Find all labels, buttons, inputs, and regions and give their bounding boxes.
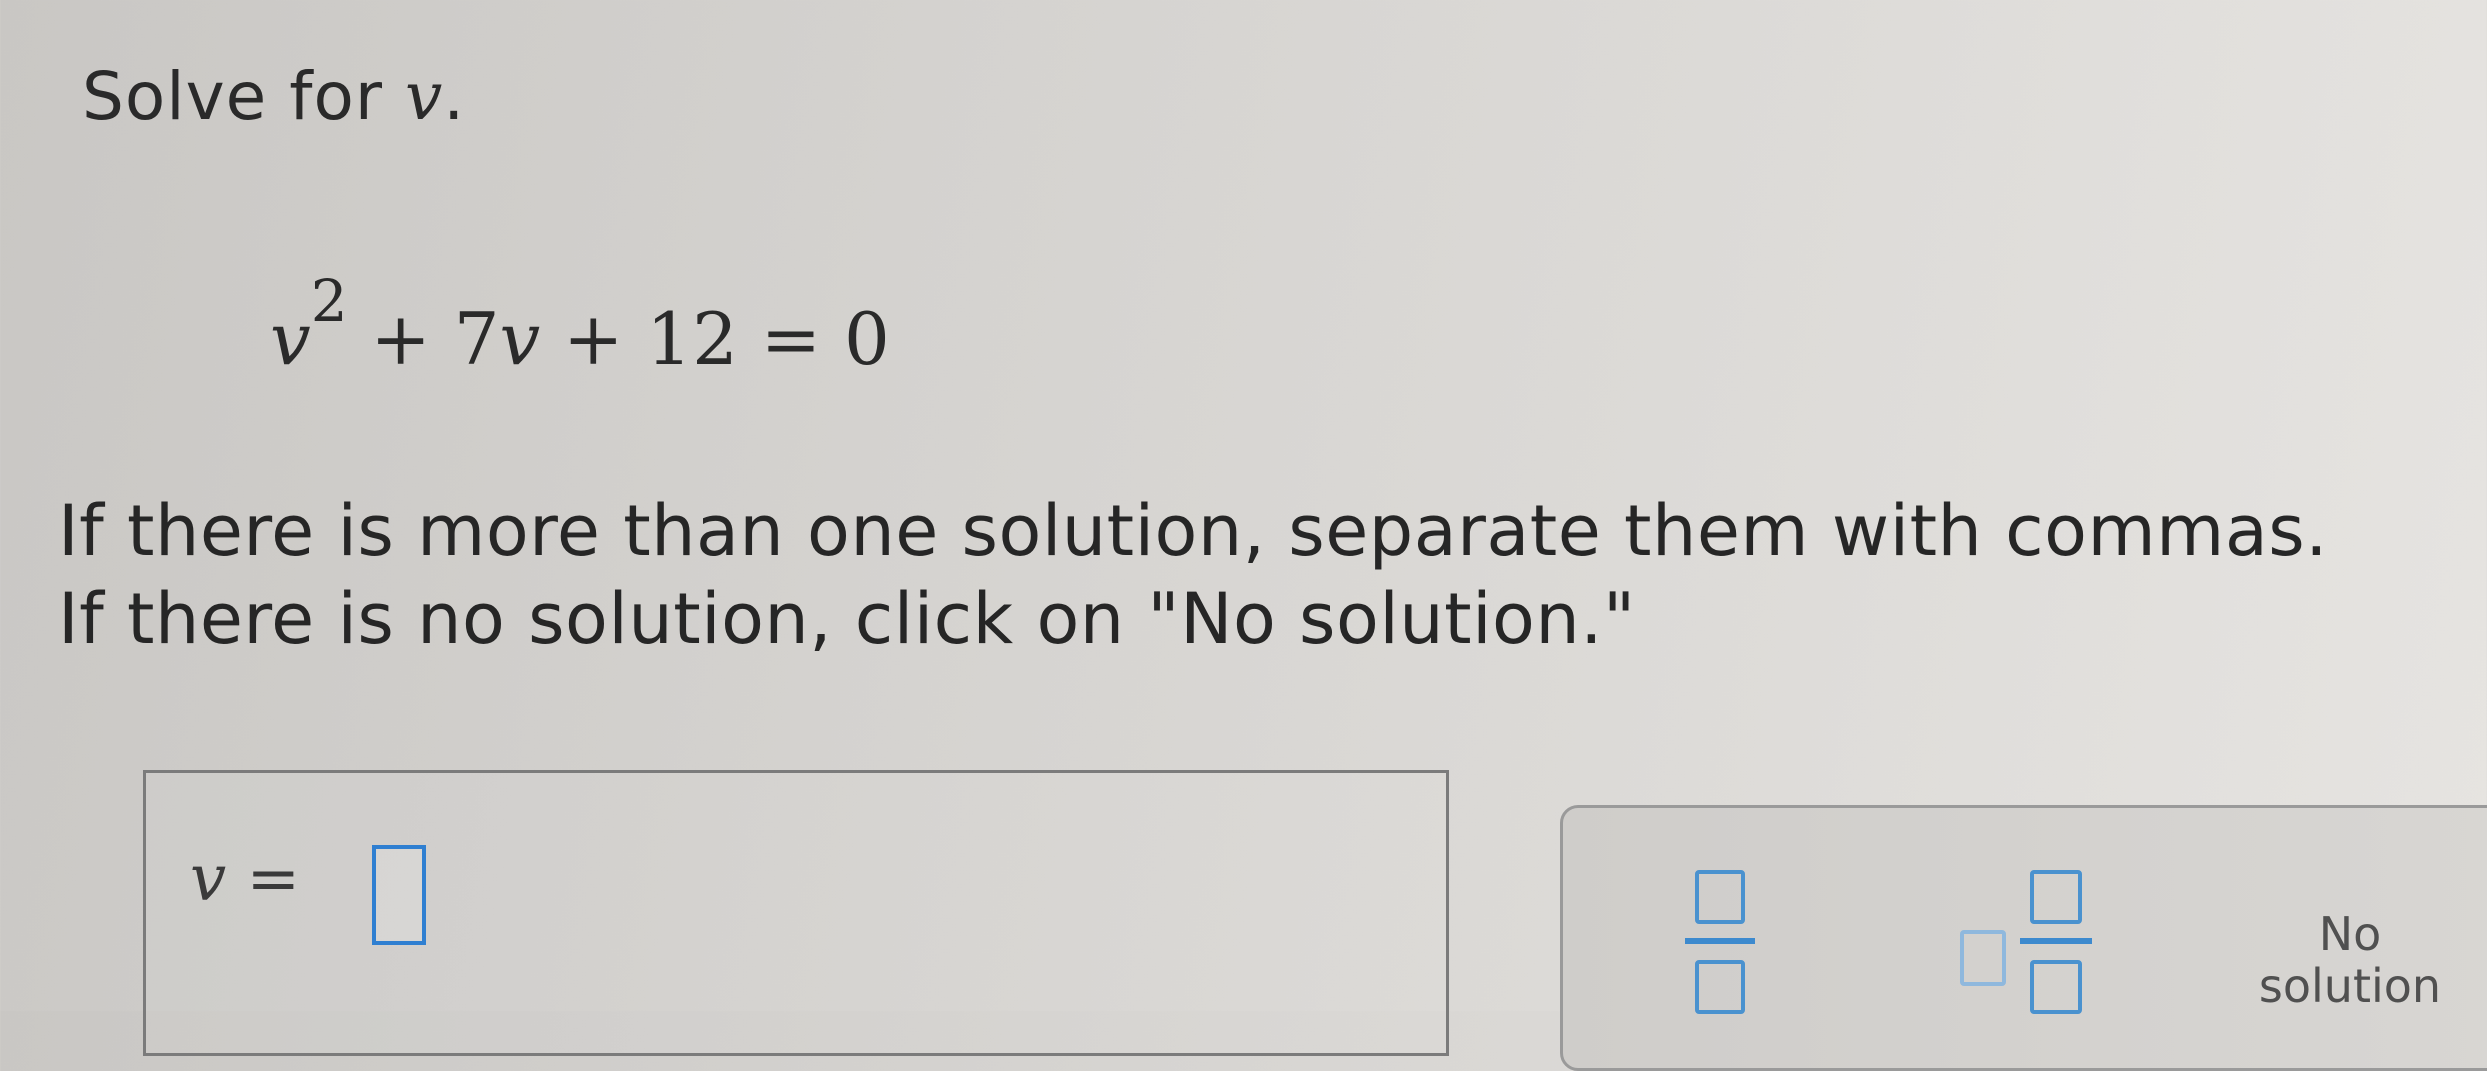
no-solution-button[interactable]: No solution bbox=[2250, 908, 2450, 1012]
mixed-denominator-box-icon bbox=[2030, 960, 2082, 1014]
question-prompt: Solve for v. bbox=[82, 58, 465, 135]
no-solution-label-line2: solution bbox=[2258, 959, 2442, 1013]
fraction-bar-icon bbox=[1685, 938, 1755, 944]
equation-middle: + 7 bbox=[347, 297, 500, 381]
answer-variable: v bbox=[190, 842, 227, 916]
denominator-box-icon bbox=[1695, 960, 1745, 1014]
mixed-number-button[interactable] bbox=[1960, 870, 2120, 1020]
equation-variable: v bbox=[499, 297, 541, 381]
prompt-period: . bbox=[443, 58, 466, 135]
prompt-variable: v bbox=[404, 58, 444, 135]
numerator-box-icon bbox=[1695, 870, 1745, 924]
mixed-numerator-box-icon bbox=[2030, 870, 2082, 924]
equation-exponent: 2 bbox=[310, 267, 348, 335]
fraction-button[interactable] bbox=[1685, 870, 1755, 1020]
equation-base: v bbox=[270, 297, 311, 381]
equation: v2 + 7v + 12 = 0 bbox=[270, 267, 890, 381]
whole-box-icon bbox=[1960, 930, 2006, 986]
equation-tail: + 12 = 0 bbox=[540, 297, 890, 381]
answer-panel bbox=[143, 770, 1449, 1056]
answer-equals: = bbox=[226, 842, 301, 916]
instruction-multiple-solutions: If there is more than one solution, sepa… bbox=[58, 490, 2328, 572]
answer-input[interactable] bbox=[372, 845, 426, 945]
answer-label: v = bbox=[190, 842, 300, 916]
prompt-text: Solve for bbox=[82, 58, 405, 135]
instruction-no-solution: If there is no solution, click on "No so… bbox=[58, 578, 1636, 660]
no-solution-label-line1: No bbox=[2318, 907, 2382, 961]
mixed-fraction-bar-icon bbox=[2020, 938, 2092, 944]
